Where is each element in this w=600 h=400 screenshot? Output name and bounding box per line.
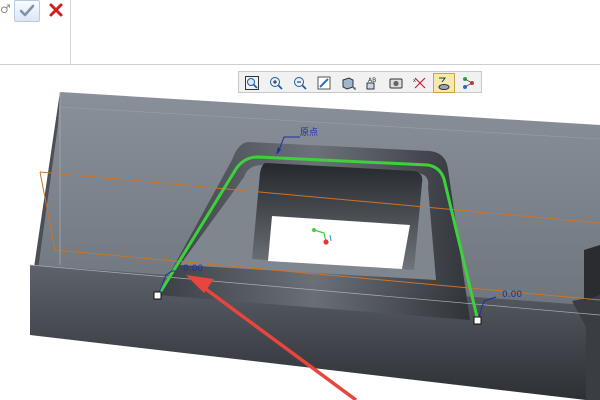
svg-text:x: x [413,78,416,84]
ok-button[interactable] [14,0,40,22]
datum-display-button[interactable]: x [409,73,431,93]
through-opening [268,216,410,269]
saved-orientations-button[interactable]: AB [361,73,383,93]
annotation-display-button[interactable] [433,73,455,93]
repaint-icon [317,76,331,90]
checkmark-icon [19,4,35,17]
view-manager-icon [389,78,403,89]
graphics-window[interactable]: AB x 原点 0.00 0.00 [0,65,600,400]
dashboard-divider [70,0,71,64]
annotation-display-icon [438,77,450,90]
refit-button[interactable] [241,73,263,93]
datum-display-icon: x [413,77,426,89]
end-point-handle[interactable] [473,316,482,325]
origin-label[interactable]: 原点 [300,125,318,138]
close-icon [49,3,63,17]
dashboard: ♂ [0,0,600,65]
zoom-out-icon [294,77,307,90]
point-display-icon [463,77,474,89]
zoom-in-button[interactable] [265,73,287,93]
start-point-handle[interactable] [153,291,162,300]
start-dimension[interactable]: 0.00 [183,264,203,274]
zoom-in-icon [270,77,283,90]
view-toolbar: AB x [238,71,482,93]
point-display-button[interactable] [457,73,479,93]
model-scene[interactable] [0,65,600,400]
repaint-button[interactable] [313,73,335,93]
saved-orientations-icon: AB [366,77,376,90]
cancel-button[interactable] [44,0,66,22]
zoom-out-button[interactable] [289,73,311,93]
refit-icon [245,76,259,90]
gender-icon: ♂ [0,2,11,16]
view-manager-button[interactable] [385,73,407,93]
end-dimension[interactable]: 0.00 [502,290,522,300]
display-style-icon [342,77,356,90]
display-style-button[interactable] [337,73,359,93]
